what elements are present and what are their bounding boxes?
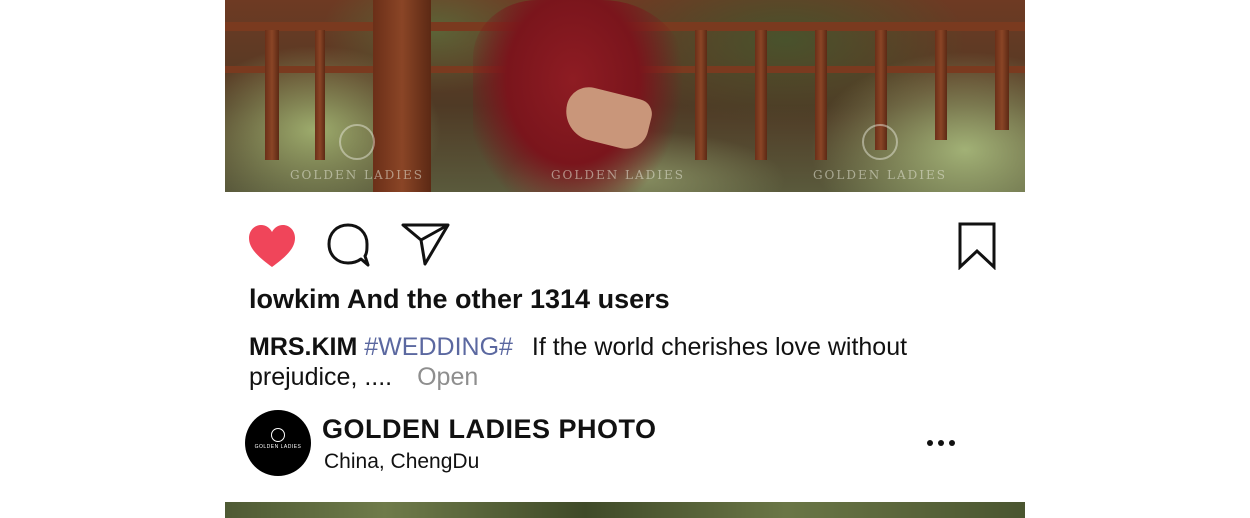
account-row: GOLDEN LADIES GOLDEN LADIES PHOTO China,…: [245, 410, 965, 476]
post-action-bar: [245, 218, 1005, 272]
heart-icon: [249, 225, 295, 267]
photo-post-8: [995, 30, 1009, 130]
caption-open-link[interactable]: Open: [417, 363, 478, 391]
account-location[interactable]: China, ChengDu: [324, 450, 479, 474]
photo-watermark-left: GOLDEN LADIES: [277, 124, 437, 182]
more-options-icon: [949, 440, 955, 446]
send-icon: [401, 223, 450, 266]
post-page: GOLDEN LADIES GOLDEN LADIES GOLDEN LADIE…: [0, 0, 1250, 518]
avatar-logo-icon: [271, 428, 285, 442]
bookmark-icon: [958, 222, 996, 271]
avatar[interactable]: GOLDEN LADIES: [245, 410, 311, 476]
post-caption: MRS.KIM #WEDDING# If the world cherishes…: [249, 332, 969, 392]
like-button[interactable]: [247, 224, 297, 273]
avatar-text: GOLDEN LADIES: [254, 444, 302, 450]
share-button[interactable]: [401, 222, 451, 273]
watermark-text: GOLDEN LADIES: [812, 168, 948, 182]
watermark-text: GOLDEN LADIES: [289, 168, 425, 182]
photo-watermark-right: GOLDEN LADIES: [800, 124, 960, 182]
more-options-icon: [927, 440, 933, 446]
likes-summary[interactable]: lowkim And the other 1314 users: [249, 284, 670, 315]
save-button[interactable]: [958, 222, 996, 275]
caption-author[interactable]: MRS.KIM: [249, 333, 357, 361]
more-options-icon: [938, 440, 944, 446]
watermark-logo-icon: [600, 124, 636, 160]
post-photo[interactable]: GOLDEN LADIES GOLDEN LADIES GOLDEN LADIE…: [225, 0, 1025, 192]
account-name[interactable]: GOLDEN LADIES PHOTO: [322, 414, 657, 445]
more-options-button[interactable]: [927, 436, 957, 450]
watermark-text: GOLDEN LADIES: [550, 168, 686, 182]
photo-watermark-center: GOLDEN LADIES: [538, 124, 698, 182]
photo-post-4: [755, 30, 767, 160]
caption-hashtag[interactable]: #WEDDING#: [364, 333, 513, 361]
watermark-logo-icon: [339, 124, 375, 160]
comment-button[interactable]: [325, 222, 371, 273]
comment-icon: [327, 223, 370, 267]
next-post-photo[interactable]: [225, 502, 1025, 518]
watermark-logo-icon: [862, 124, 898, 160]
